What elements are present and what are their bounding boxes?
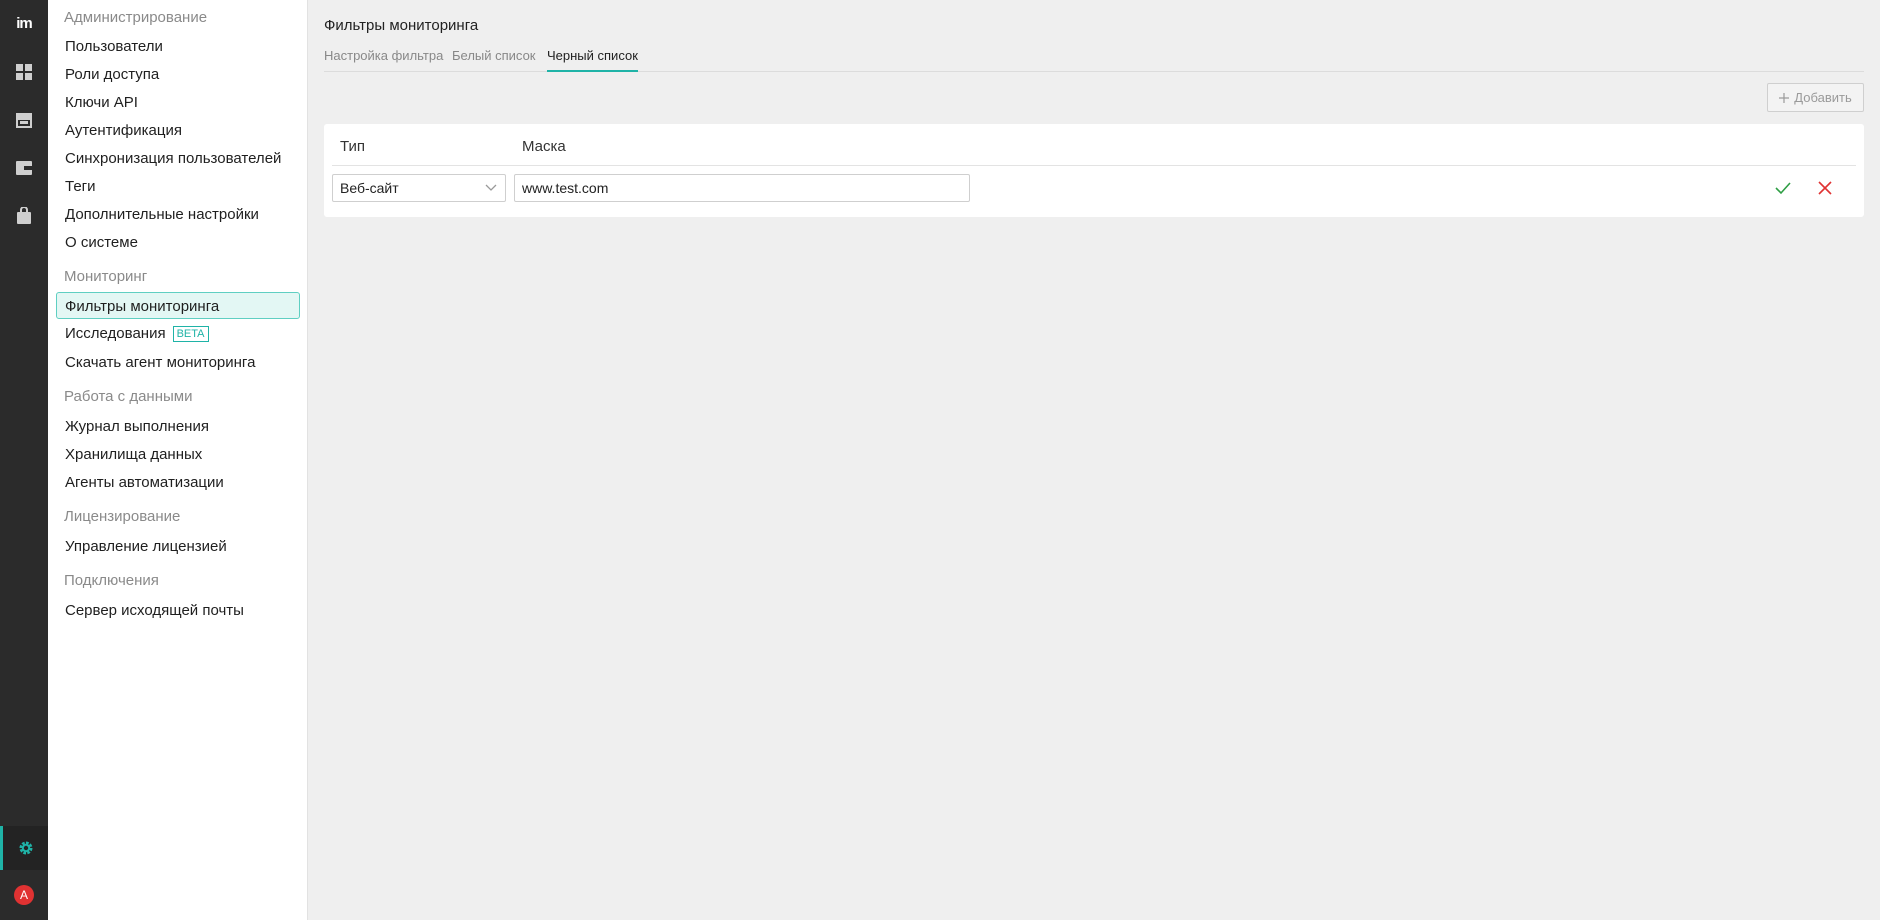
sidebar-item-users[interactable]: Пользователи: [56, 32, 300, 59]
section-title-monitoring: Мониторинг: [64, 268, 148, 285]
close-icon[interactable]: [1815, 178, 1835, 198]
sidebar-item-data-storage[interactable]: Хранилища данных: [56, 440, 300, 467]
plus-icon: [1779, 92, 1790, 103]
tab-blacklist[interactable]: Черный список: [547, 48, 638, 72]
wallet-icon[interactable]: [0, 146, 48, 190]
sidebar-item-smtp[interactable]: Сервер исходящей почты: [56, 596, 300, 623]
dashboard-icon[interactable]: [0, 50, 48, 94]
column-header-type: Тип: [340, 138, 366, 155]
settings-sidebar: Администрирование Пользователи Роли дост…: [48, 0, 308, 920]
tab-whitelist[interactable]: Белый список: [452, 48, 536, 72]
section-title-connections: Подключения: [64, 572, 159, 589]
header-divider: [332, 165, 1856, 166]
column-header-mask: Маска: [522, 138, 566, 155]
type-select-value: Веб-сайт: [340, 180, 399, 196]
avatar-letter: A: [14, 885, 34, 905]
add-button-label: Добавить: [1794, 90, 1852, 105]
filter-tabs: Настройка фильтра Белый список Черный сп…: [324, 48, 1864, 72]
sidebar-item-download-agent[interactable]: Скачать агент мониторинга: [56, 348, 300, 375]
sidebar-item-monitoring-filters[interactable]: Фильтры мониторинга: [56, 292, 300, 319]
chevron-down-icon: [485, 184, 497, 191]
store-icon[interactable]: [0, 98, 48, 142]
sidebar-item-advanced[interactable]: Дополнительные настройки: [56, 200, 300, 227]
app-logo[interactable]: im: [0, 10, 48, 38]
add-button[interactable]: Добавить: [1767, 83, 1864, 112]
sidebar-item-execution-log[interactable]: Журнал выполнения: [56, 412, 300, 439]
page-title: Фильтры мониторинга: [324, 17, 479, 34]
sidebar-item-roles[interactable]: Роли доступа: [56, 60, 300, 87]
section-title-admin: Администрирование: [64, 9, 208, 26]
sidebar-item-about[interactable]: О системе: [56, 228, 300, 255]
section-title-data: Работа с данными: [64, 388, 193, 405]
type-select[interactable]: Веб-сайт: [332, 174, 506, 202]
sidebar-item-research-label: Исследования: [65, 325, 166, 342]
sidebar-item-auth[interactable]: Аутентификация: [56, 116, 300, 143]
sidebar-item-license[interactable]: Управление лицензией: [56, 532, 300, 559]
mask-input[interactable]: [514, 174, 970, 202]
sidebar-item-api-keys[interactable]: Ключи API: [56, 88, 300, 115]
app-rail: im A: [0, 0, 48, 920]
sidebar-item-research[interactable]: Исследования BETA: [56, 319, 300, 346]
sidebar-item-automation-agents[interactable]: Агенты автоматизации: [56, 468, 300, 495]
section-title-licensing: Лицензирование: [64, 508, 181, 525]
beta-badge: BETA: [172, 326, 209, 342]
sidebar-item-user-sync[interactable]: Синхронизация пользователей: [56, 144, 300, 171]
tab-filter-settings[interactable]: Настройка фильтра: [324, 48, 443, 72]
confirm-icon[interactable]: [1773, 178, 1793, 198]
bag-icon[interactable]: [0, 194, 48, 238]
settings-icon[interactable]: [0, 826, 48, 870]
avatar[interactable]: A: [0, 873, 48, 917]
sidebar-item-tags[interactable]: Теги: [56, 172, 300, 199]
blacklist-table: Тип Маска Веб-сайт: [324, 124, 1864, 217]
